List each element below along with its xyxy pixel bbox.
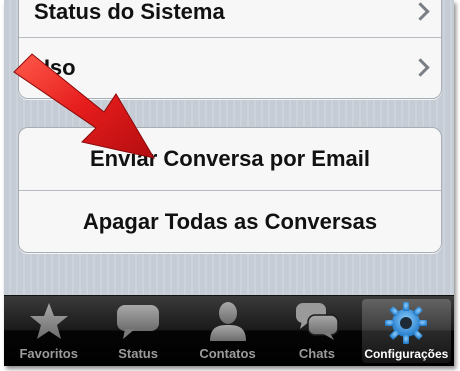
tab-favorites-label: Favoritos [19, 346, 78, 361]
star-icon [29, 303, 68, 339]
settings-item-system-status[interactable]: Status do Sistema [19, 0, 441, 37]
red-arrow-icon [13, 53, 156, 159]
screen: Status do Sistema Uso Enviar Conversa po… [4, 0, 454, 366]
system-status-label: Status do Sistema [34, 0, 225, 24]
tab-settings[interactable]: Configurações [361, 299, 452, 363]
tab-status-label: Status [118, 346, 158, 361]
tab-status[interactable]: Status [93, 296, 182, 366]
delete-all-chats-button[interactable]: Apagar Todas as Conversas [19, 191, 441, 252]
gear-icon [385, 302, 428, 344]
tab-chats-label: Chats [298, 346, 335, 361]
person-icon [209, 302, 246, 341]
tab-chats[interactable]: Chats [272, 296, 361, 366]
tab-bar: Favoritos Status Contatos Chats Configur… [4, 295, 454, 366]
delete-all-label: Apagar Todas as Conversas [82, 208, 378, 234]
chevron-right-icon [411, 2, 430, 21]
chat-bubbles-icon [295, 303, 339, 340]
tab-settings-label: Configurações [364, 347, 449, 361]
tab-favorites[interactable]: Favoritos [4, 296, 93, 366]
chevron-right-icon [411, 58, 430, 77]
tab-contacts-label: Contatos [199, 346, 256, 361]
tab-contacts[interactable]: Contatos [183, 296, 272, 366]
speech-bubble-icon [117, 305, 160, 339]
